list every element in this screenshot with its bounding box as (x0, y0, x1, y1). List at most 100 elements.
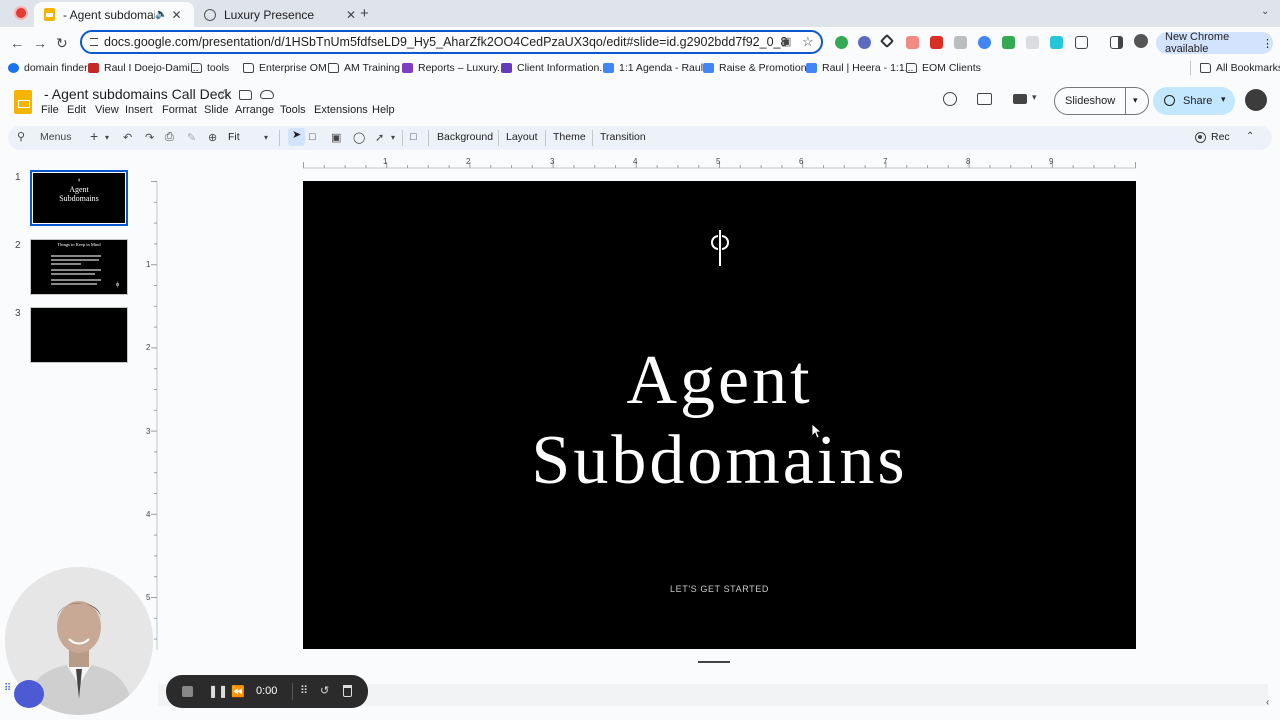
extension-grammarly-icon[interactable] (835, 36, 848, 49)
bookmark-star-icon[interactable]: ☆ (802, 34, 814, 50)
extension-teal-icon[interactable] (1050, 36, 1063, 49)
menu-format[interactable]: Format (162, 104, 197, 116)
bookmark-eom-clients[interactable]: EOM Clients (906, 62, 981, 74)
zoom-dropdown-icon[interactable]: ▾ (264, 133, 268, 142)
line-dropdown-icon[interactable]: ▾ (391, 133, 395, 142)
menu-tools[interactable]: Tools (280, 104, 306, 116)
redo-icon[interactable]: ↷ (145, 131, 154, 144)
new-slide-icon[interactable]: + (90, 128, 98, 144)
extensions-puzzle-icon[interactable] (1075, 36, 1088, 49)
extension-pdf-icon[interactable] (930, 36, 943, 49)
undo-icon[interactable]: ↶ (123, 131, 132, 144)
insert-comment-icon[interactable]: □ (410, 131, 417, 143)
hide-menus-icon[interactable]: ⌃ (1246, 131, 1254, 142)
menu-arrange[interactable]: Arrange (235, 104, 274, 116)
extension-gear-icon[interactable] (858, 36, 871, 49)
new-chrome-available-button[interactable]: New Chrome available ⋮ (1156, 31, 1273, 55)
rewind-icon[interactable]: ⏪ (231, 685, 245, 698)
bookmark-raul-heera[interactable]: Raul | Heera - 1:1... (806, 62, 913, 74)
profile-avatar-icon[interactable] (1134, 34, 1148, 48)
bookmark-reports-luxury[interactable]: Reports – Luxury... (402, 62, 506, 74)
shape-icon[interactable]: ◯ (353, 131, 365, 144)
slideshow-button[interactable]: Slideshow ▾ (1054, 87, 1149, 115)
extension-green-icon[interactable] (1002, 36, 1015, 49)
layout-button[interactable]: Layout (506, 131, 538, 143)
vertical-ruler[interactable]: 1 2 3 4 5 (146, 181, 158, 650)
slide-thumbnail-3[interactable] (30, 307, 128, 363)
restart-icon[interactable]: ↺ (320, 684, 329, 697)
version-history-icon[interactable] (943, 92, 957, 106)
forward-icon[interactable]: → (33, 35, 47, 51)
menu-help[interactable]: Help (372, 104, 395, 116)
horizontal-ruler[interactable]: 1 2 3 4 5 6 7 8 9 (303, 156, 1136, 170)
extension-pen-icon[interactable] (879, 33, 895, 49)
tab-luxury-presence[interactable]: Luxury Presence ✕ (196, 2, 356, 27)
bookmark-all-bookmarks[interactable]: All Bookmarks (1200, 62, 1280, 74)
new-tab-icon[interactable]: + (360, 5, 369, 22)
camera-off-icon[interactable]: ▣ (781, 35, 791, 48)
zoom-icon[interactable]: ⊕ (208, 131, 217, 144)
extension-code-icon[interactable] (954, 36, 967, 49)
bookmark-enterprise-om[interactable]: Enterprise OM (243, 62, 327, 74)
theme-button[interactable]: Theme (553, 131, 586, 143)
background-button[interactable]: Background (437, 131, 493, 143)
drag-grid-icon[interactable]: ⠿ (4, 683, 11, 694)
menu-slide[interactable]: Slide (204, 104, 228, 116)
url-input[interactable]: docs.google.com/presentation/d/1HSbTnUm5… (80, 30, 823, 54)
slide-thumbnail-2[interactable]: Things to Keep in Mind ϕ (30, 239, 128, 295)
pause-icon[interactable]: ❚❚ (208, 684, 228, 698)
site-settings-icon[interactable] (90, 38, 98, 46)
meet-dropdown-icon[interactable]: ▾ (1032, 92, 1037, 103)
stop-recording-icon[interactable] (182, 686, 193, 697)
side-panel-icon[interactable] (1110, 36, 1123, 49)
text-box-icon[interactable]: □ (309, 131, 316, 143)
tab-agent-subdomains[interactable]: - Agent subdomains Call 🔈 ✕ (34, 2, 194, 27)
kebab-menu-icon[interactable]: ⋮ (1262, 37, 1273, 50)
extension-grey-icon[interactable] (1026, 36, 1039, 49)
transition-button[interactable]: Transition (600, 131, 646, 143)
menu-view[interactable]: View (95, 104, 119, 116)
print-icon[interactable]: ⎙ (165, 131, 174, 144)
bookmark-one-on-one-agenda[interactable]: 1:1 Agenda - Raul... (603, 62, 712, 74)
menu-insert[interactable]: Insert (125, 104, 153, 116)
close-tab-icon[interactable]: ✕ (171, 8, 181, 22)
reload-icon[interactable]: ↻ (56, 35, 68, 52)
menus-search[interactable]: Menus (40, 131, 72, 143)
speaker-icon[interactable]: 🔈 (155, 9, 167, 20)
close-tab-icon[interactable]: ✕ (346, 8, 356, 22)
rec-button[interactable]: Rec (1211, 131, 1230, 143)
slide-title[interactable]: Agent Subdomains (303, 341, 1136, 501)
star-icon[interactable]: ☆ (218, 86, 231, 103)
share-dropdown-icon[interactable]: ▾ (1221, 94, 1226, 105)
extension-blue-icon[interactable] (978, 36, 991, 49)
notes-drag-handle[interactable] (698, 661, 730, 663)
extension-red-icon[interactable] (906, 36, 919, 49)
drag-handle-icon[interactable]: ⠿ (300, 684, 308, 697)
search-icon[interactable]: ⚲ (17, 130, 25, 143)
bookmark-client-information[interactable]: Client Information... (501, 62, 608, 74)
bookmark-domain-finder[interactable]: domain finder (8, 62, 88, 74)
menu-extensions[interactable]: Extensions (314, 104, 368, 116)
share-button[interactable]: Share ▾ (1153, 87, 1235, 115)
comments-icon[interactable] (977, 93, 992, 105)
slide-thumbnail-1[interactable]: ϕ Agent Subdomains (30, 170, 128, 226)
menu-file[interactable]: File (41, 104, 59, 116)
line-icon[interactable]: ➚ (375, 131, 384, 144)
loom-bubble-icon[interactable] (14, 680, 44, 708)
bookmark-am-training[interactable]: AM Training (328, 62, 400, 74)
slideshow-dropdown-icon[interactable]: ▾ (1133, 95, 1138, 106)
user-avatar[interactable] (1245, 89, 1267, 111)
slide-subtitle[interactable]: LET'S GET STARTED (303, 584, 1136, 594)
delete-recording-icon[interactable] (343, 685, 352, 697)
move-folder-icon[interactable] (239, 90, 252, 100)
insert-image-icon[interactable]: ▣ (331, 131, 341, 144)
bookmark-raul-doejo[interactable]: Raul I Doejo-Dami... (88, 62, 199, 74)
collapse-panel-icon[interactable]: ‹ (1266, 697, 1269, 708)
menu-edit[interactable]: Edit (67, 104, 86, 116)
tab-search-icon[interactable]: ⌄ (1261, 6, 1269, 17)
bookmark-raise-promotion[interactable]: Raise & Promotion... (703, 62, 815, 74)
select-cursor-icon[interactable]: ➤ (288, 128, 305, 146)
document-title[interactable]: - Agent subdomains Call Deck (44, 86, 232, 102)
slides-logo-icon[interactable] (14, 90, 32, 114)
cloud-status-icon[interactable] (260, 90, 274, 99)
